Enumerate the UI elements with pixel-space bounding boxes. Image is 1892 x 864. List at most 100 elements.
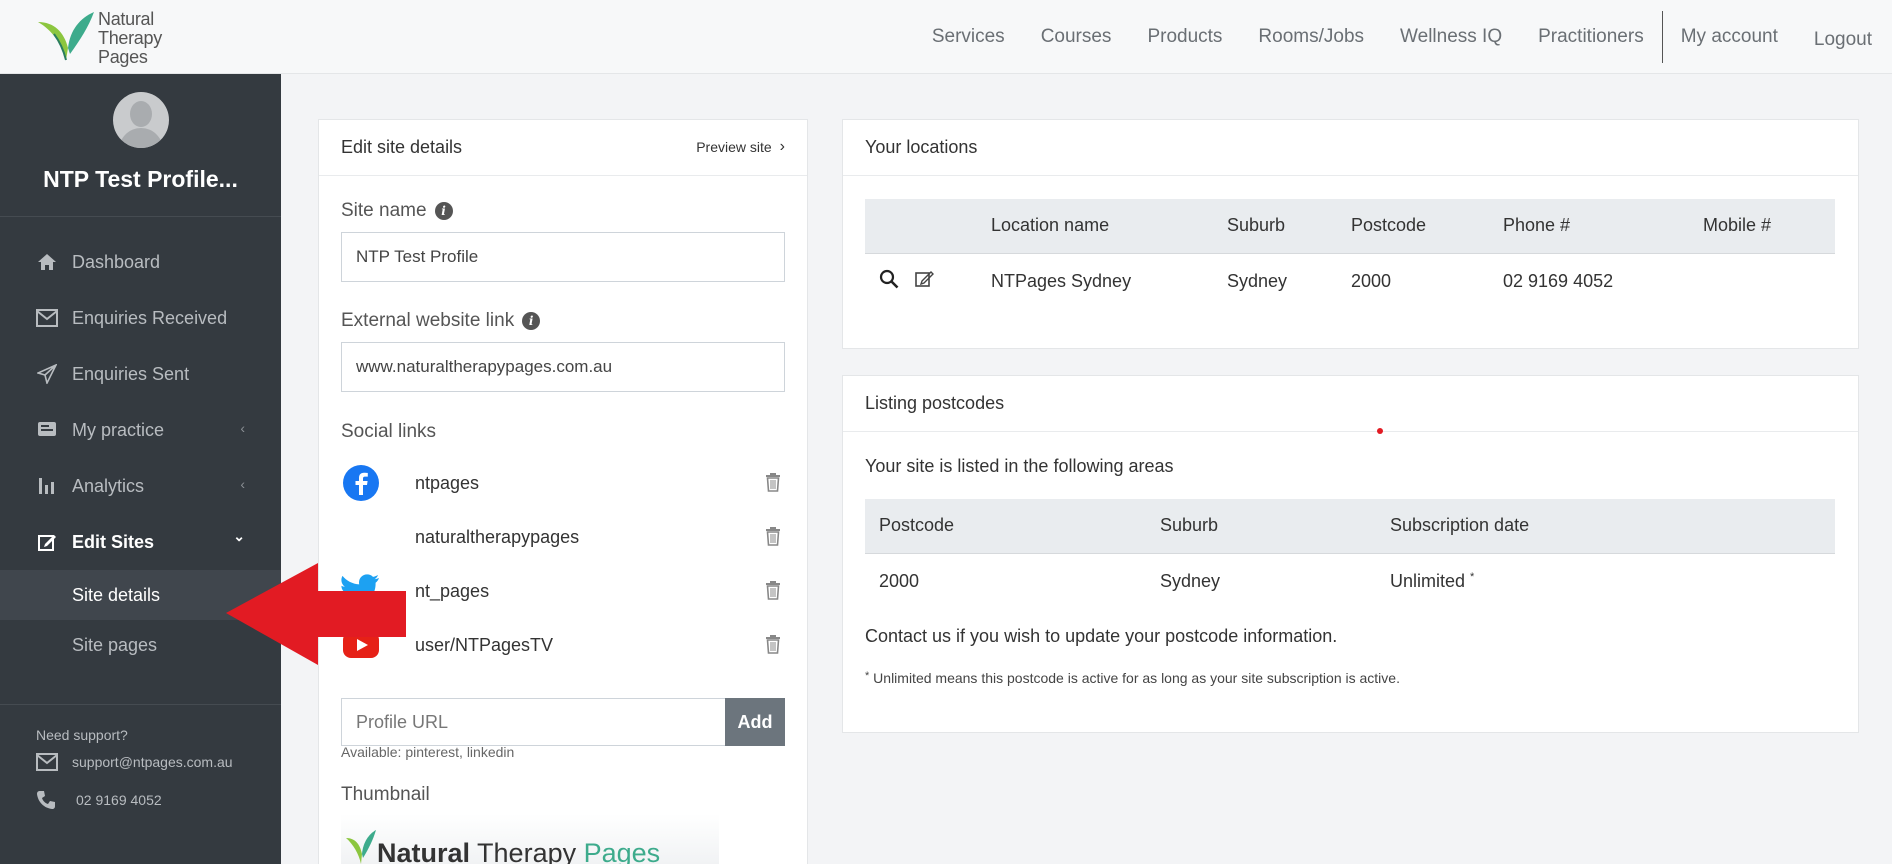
social-row-youtube: user/NTPagesTV (341, 620, 785, 670)
nav-wellness-iq[interactable]: Wellness IQ (1382, 26, 1520, 48)
edit-site-title: Edit site details (341, 137, 463, 157)
cell-phone: 02 9169 4052 (1503, 270, 1614, 291)
sidebar-item-label: Enquiries Received (72, 307, 228, 328)
table-header-suburb: Suburb (1213, 199, 1337, 254)
postcodes-table: Postcode Suburb Subscription date 2000 S… (865, 499, 1835, 609)
support-title: Need support? (36, 727, 128, 743)
main-nav: Services Courses Products Rooms/Jobs Wel… (914, 0, 1892, 74)
trash-icon[interactable] (765, 526, 781, 546)
edit-icon (36, 531, 58, 553)
sidebar-item-label: Analytics (72, 475, 145, 496)
table-header-mobile: Mobile # (1689, 199, 1835, 254)
sidebar-item-label: Edit Sites (72, 531, 155, 552)
bar-chart-icon (36, 475, 58, 497)
nav-practitioners[interactable]: Practitioners (1520, 26, 1662, 48)
send-icon (36, 363, 58, 385)
nav-courses[interactable]: Courses (1023, 26, 1130, 48)
facebook-icon (341, 463, 381, 503)
sidebar-item-enquiries-sent[interactable]: Enquiries Sent (0, 346, 281, 402)
subscription-date-value: Unlimited (1390, 570, 1466, 591)
trash-icon[interactable] (765, 472, 781, 492)
chevron-left-icon: ‹ (240, 420, 245, 436)
mail-icon (36, 307, 58, 329)
site-name-label-text: Site name (341, 200, 427, 221)
nav-rooms-jobs[interactable]: Rooms/Jobs (1240, 26, 1382, 48)
sidebar-item-analytics[interactable]: Analytics ‹ (0, 458, 281, 514)
social-row-twitter: nt_pages (341, 566, 785, 616)
chevron-right-icon: › (779, 138, 785, 155)
avatar-body (119, 128, 163, 148)
table-header-actions (865, 199, 977, 254)
sidebar-item-enquiries-received[interactable]: Enquiries Received (0, 290, 281, 346)
support-section: Need support? support@ntpages.com.au 02 … (0, 704, 281, 819)
social-handle: nt_pages (415, 580, 490, 601)
social-row-instagram: naturaltherapypages (341, 512, 785, 562)
phone-icon (36, 790, 58, 810)
nav-services[interactable]: Services (914, 26, 1023, 48)
avatar[interactable] (113, 92, 169, 148)
external-link-input[interactable]: www.naturaltherapypages.com.au (341, 342, 785, 392)
preview-site-link[interactable]: Preview site › (696, 138, 785, 156)
chevron-down-icon: ⌄ (233, 528, 245, 544)
brand-logo[interactable]: Natural Therapy Pages (36, 8, 186, 67)
table-row: NTPages Sydney Sydney 2000 02 9169 4052 (865, 253, 1835, 309)
nav-logout[interactable]: Logout (1796, 29, 1892, 51)
support-email[interactable]: support@ntpages.com.au (72, 754, 233, 770)
search-icon[interactable] (879, 269, 899, 294)
social-links-label: Social links (341, 421, 437, 442)
trash-icon[interactable] (765, 580, 781, 600)
cell-subscription-date: Unlimited * (1376, 553, 1835, 609)
info-icon[interactable]: i (522, 312, 541, 330)
table-header-suburb: Suburb (1146, 499, 1376, 554)
home-icon (36, 251, 58, 273)
profile-url-input[interactable]: Profile URL (341, 698, 725, 746)
profile-name: NTP Test Profile... (43, 166, 238, 192)
cell-suburb: Sydney (1227, 270, 1288, 291)
avatar-head (130, 101, 152, 127)
logo-line-1: Natural (98, 9, 154, 29)
sidebar: NTP Test Profile... Dashboard Enquiries … (0, 74, 281, 864)
leaf-logo-icon (346, 830, 376, 864)
social-handle: user/NTPagesTV (415, 634, 554, 655)
add-social-button[interactable]: Add (725, 698, 785, 746)
table-header-subscription-date: Subscription date (1376, 499, 1835, 554)
table-header-postcode: Postcode (1337, 199, 1489, 254)
cursor-dot (1377, 428, 1383, 434)
postcodes-card: Listing postcodes Your site is listed in… (842, 375, 1859, 733)
instagram-icon (341, 517, 381, 557)
thumbnail-wordmark: Natural Therapy Pages (377, 838, 660, 864)
thumbnail-word-2: Therapy (477, 838, 577, 864)
info-icon[interactable]: i (434, 202, 453, 220)
leaf-logo-icon (38, 12, 94, 61)
available-networks-hint: Available: pinterest, linkedin (341, 744, 515, 760)
site-name-input[interactable]: NTP Test Profile (341, 232, 785, 282)
thumbnail-word-3: Pages (583, 838, 661, 864)
locations-title: Your locations (865, 137, 978, 157)
thumbnail-preview[interactable]: Natural Therapy Pages (341, 814, 719, 864)
cell-postcode: 2000 (879, 570, 920, 591)
nav-products[interactable]: Products (1129, 26, 1240, 48)
sidebar-item-dashboard[interactable]: Dashboard (0, 234, 281, 290)
edit-icon[interactable] (914, 269, 935, 294)
support-phone[interactable]: 02 9169 4052 (76, 792, 162, 808)
social-handle: naturaltherapypages (415, 526, 580, 547)
edit-site-card: Edit site details Preview site › Site na… (318, 119, 808, 864)
support-phone-row[interactable]: 02 9169 4052 (0, 781, 281, 819)
sidebar-divider (0, 216, 281, 217)
top-header: Natural Therapy Pages Services Courses P… (0, 0, 1892, 74)
postcodes-intro: Your site is listed in the following are… (865, 456, 1174, 476)
nav-my-account[interactable]: My account (1663, 26, 1796, 48)
table-header-row: Location name Suburb Postcode Phone # Mo… (865, 199, 1835, 254)
sidebar-item-edit-sites[interactable]: Edit Sites ⌄ (0, 514, 281, 570)
postcodes-title: Listing postcodes (865, 393, 1005, 413)
footnote-marker: * (1470, 570, 1475, 583)
footnote-text: Unlimited means this postcode is active … (869, 670, 1400, 686)
chevron-left-icon: ‹ (240, 476, 245, 492)
support-email-row[interactable]: support@ntpages.com.au (0, 743, 281, 781)
thumbnail-word-1: Natural (377, 838, 471, 864)
table-header-postcode: Postcode (865, 499, 1146, 554)
trash-icon[interactable] (765, 634, 781, 654)
sidebar-item-my-practice[interactable]: My practice ‹ (0, 402, 281, 458)
postcodes-card-header: Listing postcodes (843, 376, 1858, 432)
locations-card: Your locations Location name Suburb Post… (842, 119, 1859, 349)
